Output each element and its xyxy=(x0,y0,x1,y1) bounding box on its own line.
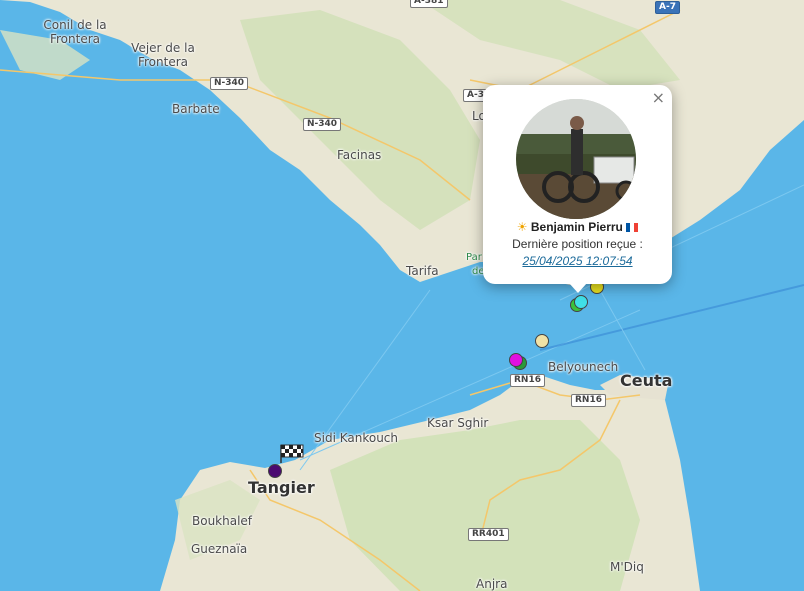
marker-magenta[interactable] xyxy=(509,353,523,367)
place-belyounech: Belyounech xyxy=(548,360,619,374)
place-anjra: Anjra xyxy=(476,577,508,591)
road-shield-rn16-b: RN16 xyxy=(571,394,606,407)
place-tarifa: Tarifa xyxy=(406,264,439,278)
france-flag-icon xyxy=(626,223,639,232)
marker-cyan[interactable] xyxy=(574,295,588,309)
map-view[interactable]: Conil de la Frontera Vejer de la Fronter… xyxy=(0,0,804,591)
place-ksar-sghir: Ksar Sghir xyxy=(427,416,489,430)
place-barbate: Barbate xyxy=(172,102,220,116)
marker-purple[interactable] xyxy=(268,464,282,478)
place-boukhalef: Boukhalef xyxy=(192,514,253,528)
place-ceuta: Ceuta xyxy=(620,371,673,390)
place-tangier: Tangier xyxy=(248,478,315,497)
marker-beige[interactable] xyxy=(535,334,549,348)
road-shield-n340-b: N-340 xyxy=(303,118,342,131)
rider-popup: × ☀ Benjamin Pierru Dernière position re… xyxy=(483,85,672,293)
map-tiles xyxy=(0,0,804,591)
checkered-flag-icon[interactable] xyxy=(279,443,305,463)
last-position-label: Dernière position reçue : xyxy=(512,237,643,251)
place-parque: Par xyxy=(466,252,482,263)
road-shield-rr401: RR401 xyxy=(468,528,509,541)
sun-icon: ☀ xyxy=(516,220,528,234)
road-shield-a7: A-7 xyxy=(655,1,680,14)
rider-name: Benjamin Pierru xyxy=(530,220,623,234)
last-position-timestamp[interactable]: 25/04/2025 12:07:54 xyxy=(483,254,672,268)
place-gueznaia: Gueznaïa xyxy=(191,542,248,556)
place-facinas: Facinas xyxy=(337,148,382,162)
place-conil: Conil de la Frontera xyxy=(43,18,107,46)
place-vejer: Vejer de la Frontera xyxy=(131,41,195,69)
rider-name-line: ☀ Benjamin Pierru xyxy=(483,220,672,234)
place-sidi-kankouch: Sidi Kankouch xyxy=(314,431,399,445)
road-shield-rn16: RN16 xyxy=(510,374,545,387)
road-shield-n340: N-340 xyxy=(210,77,249,90)
close-icon[interactable]: × xyxy=(652,88,665,107)
rider-avatar xyxy=(516,99,636,219)
road-shield-top: A-381 xyxy=(410,0,448,8)
place-mdiq: M'Diq xyxy=(610,560,644,574)
popup-tip xyxy=(569,283,587,293)
